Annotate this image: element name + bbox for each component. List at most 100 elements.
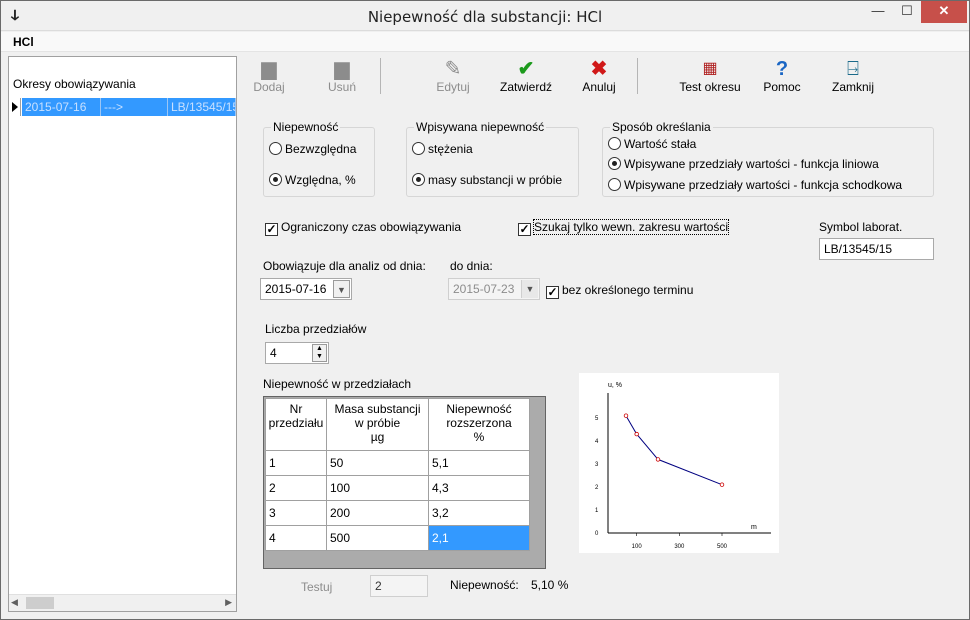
search-range-checkbox[interactable]: ✓ Szukaj tylko wewn. zakresu wartości: [518, 219, 730, 236]
radio-dot[interactable]: [269, 173, 282, 186]
table-row[interactable]: 1 50 5,1: [265, 450, 530, 476]
radio-constant[interactable]: Wartość stała: [608, 137, 696, 151]
title-bar: ↆ Niepewność dla substancji: HCl — ☐ ✕: [1, 1, 969, 31]
radio-dot[interactable]: [608, 157, 621, 170]
radio-mass[interactable]: masy substancji w próbie: [412, 173, 562, 187]
spin-down-icon[interactable]: ▼: [313, 353, 326, 361]
interval-count-label: Liczba przedziałów: [265, 322, 367, 336]
calendar-icon: ▦: [702, 60, 718, 77]
spin-up-icon[interactable]: ▲: [313, 345, 326, 353]
spin-buttons[interactable]: ▲ ▼: [312, 344, 327, 362]
table-cell[interactable]: 1: [265, 450, 327, 476]
scroll-thumb[interactable]: [26, 597, 54, 609]
uncertainty-type-legend: Niepewność: [271, 120, 341, 134]
radio-constant-label: Wartość stała: [624, 137, 697, 151]
test-button[interactable]: Testuj: [301, 580, 332, 594]
table-cell[interactable]: 5,1: [428, 450, 530, 476]
table-row[interactable]: 3 200 3,2: [265, 500, 530, 526]
confirm-button-label: Zatwierdź: [499, 80, 552, 94]
table-cell[interactable]: 4: [265, 525, 327, 551]
data-point: [655, 457, 661, 462]
table-row[interactable]: 4 500 2,1: [265, 525, 530, 551]
no-end-date-checkbox[interactable]: ✓ bez określonego terminu: [546, 283, 693, 299]
checkbox-check-icon[interactable]: ✓: [518, 223, 531, 236]
table-cell[interactable]: 3,2: [428, 500, 530, 526]
exit-door-icon: ⍈: [847, 58, 859, 80]
toolbar-separator: [380, 58, 381, 94]
radio-step[interactable]: Wpisywane przedziały wartości - funkcja …: [608, 178, 902, 192]
radio-dot[interactable]: [269, 142, 282, 155]
edit-button-label: Edytuj: [436, 80, 470, 94]
table-cell-selected[interactable]: 2,1: [428, 525, 530, 551]
edit-button[interactable]: ✎ Edytuj: [429, 58, 477, 98]
lab-symbol-field[interactable]: LB/13545/15: [819, 238, 934, 260]
y-tick-label: 1: [595, 508, 599, 514]
lab-symbol-label: Symbol laborat.: [819, 220, 903, 234]
y-tick-label: 0: [595, 531, 599, 537]
horizontal-scrollbar[interactable]: ◀ ▶: [9, 594, 236, 611]
radio-absolute[interactable]: Bezwzględna: [269, 142, 356, 156]
close-button[interactable]: ✕: [921, 1, 967, 23]
close-form-button-label: Zamknij: [831, 80, 874, 94]
help-button[interactable]: ? Pomoc: [759, 58, 805, 98]
table-cell[interactable]: 2: [265, 475, 327, 501]
scroll-left-icon[interactable]: ◀: [11, 597, 18, 608]
result-value: 5,10 %: [531, 578, 569, 592]
period-symbol-cell[interactable]: LB/13545/15: [168, 98, 236, 116]
period-arrow-cell[interactable]: --->: [101, 98, 168, 116]
maximize-button[interactable]: ☐: [893, 1, 921, 23]
data-point: [719, 482, 725, 487]
period-date-cell[interactable]: 2015-07-16: [22, 98, 101, 116]
checkmark-icon: ✔: [517, 58, 535, 80]
y-tick-label: 5: [595, 416, 599, 422]
data-point: [634, 431, 639, 437]
add-icon: ▆: [261, 58, 277, 80]
delete-button[interactable]: ▆ Usuń: [319, 58, 365, 98]
limited-validity-checkbox[interactable]: ✓ Ograniczony czas obowiązywania: [265, 220, 461, 236]
chevron-down-icon[interactable]: ▼: [333, 280, 350, 298]
y-tick-label: 3: [595, 462, 599, 468]
radio-concentration[interactable]: stężenia: [412, 142, 473, 156]
table-cell[interactable]: 4,3: [428, 475, 530, 501]
close-form-button[interactable]: ⍈ Zamknij: [829, 58, 877, 98]
radio-relative[interactable]: Względna, %: [269, 173, 356, 187]
table-cell[interactable]: 500: [326, 525, 429, 551]
table-cell[interactable]: 100: [326, 475, 429, 501]
test-value-input[interactable]: 2: [370, 575, 428, 597]
cancel-button-label: Anuluj: [582, 80, 616, 94]
valid-to-label: do dnia:: [450, 259, 493, 273]
table-row[interactable]: 2 100 4,3: [265, 475, 530, 501]
delete-button-label: Usuń: [327, 80, 356, 94]
periods-list: Okresy obowiązywania 2015-07-16 ---> LB/…: [8, 56, 237, 612]
radio-linear[interactable]: Wpisywane przedziały wartości - funkcja …: [608, 157, 879, 171]
chevron-down-icon[interactable]: ▼: [521, 280, 538, 298]
radio-dot[interactable]: [608, 178, 621, 191]
radio-dot[interactable]: [412, 142, 425, 155]
checkbox-check-icon[interactable]: ✓: [546, 286, 559, 299]
y-axis-label: u, %: [608, 382, 622, 389]
table-cell[interactable]: 200: [326, 500, 429, 526]
menu-bar: HCl: [1, 32, 969, 52]
y-tick-label: 4: [595, 439, 599, 445]
confirm-button[interactable]: ✔ Zatwierdź: [495, 58, 557, 98]
radio-step-label: Wpisywane przedziały wartości - funkcja …: [624, 178, 903, 192]
result-label: Niepewność:: [450, 578, 519, 592]
cancel-button[interactable]: ✖ Anuluj: [577, 58, 621, 98]
minimize-button[interactable]: —: [863, 1, 893, 23]
table-header-row: Nr przedziału Masa substancji w próbie µ…: [265, 398, 530, 451]
radio-absolute-label: Bezwzględna: [285, 142, 357, 156]
add-button[interactable]: ▆ Dodaj: [246, 58, 292, 98]
menu-substance-label: HCl: [13, 35, 34, 49]
radio-dot[interactable]: [412, 173, 425, 186]
scroll-right-icon[interactable]: ▶: [225, 597, 232, 608]
checkbox-check-icon[interactable]: ✓: [265, 223, 278, 236]
row-indicator-icon: [9, 98, 21, 116]
valid-to-value: 2015-07-23: [453, 282, 515, 296]
list-item[interactable]: 2015-07-16 ---> LB/13545/15: [9, 98, 236, 116]
test-period-button[interactable]: ▦ Test okresu: [673, 58, 747, 98]
x-tick-label: 300: [674, 544, 685, 550]
radio-dot[interactable]: [608, 137, 621, 150]
table-cell[interactable]: 3: [265, 500, 327, 526]
intervals-table: Nr przedziału Masa substancji w próbie µ…: [263, 396, 546, 569]
table-cell[interactable]: 50: [326, 450, 429, 476]
